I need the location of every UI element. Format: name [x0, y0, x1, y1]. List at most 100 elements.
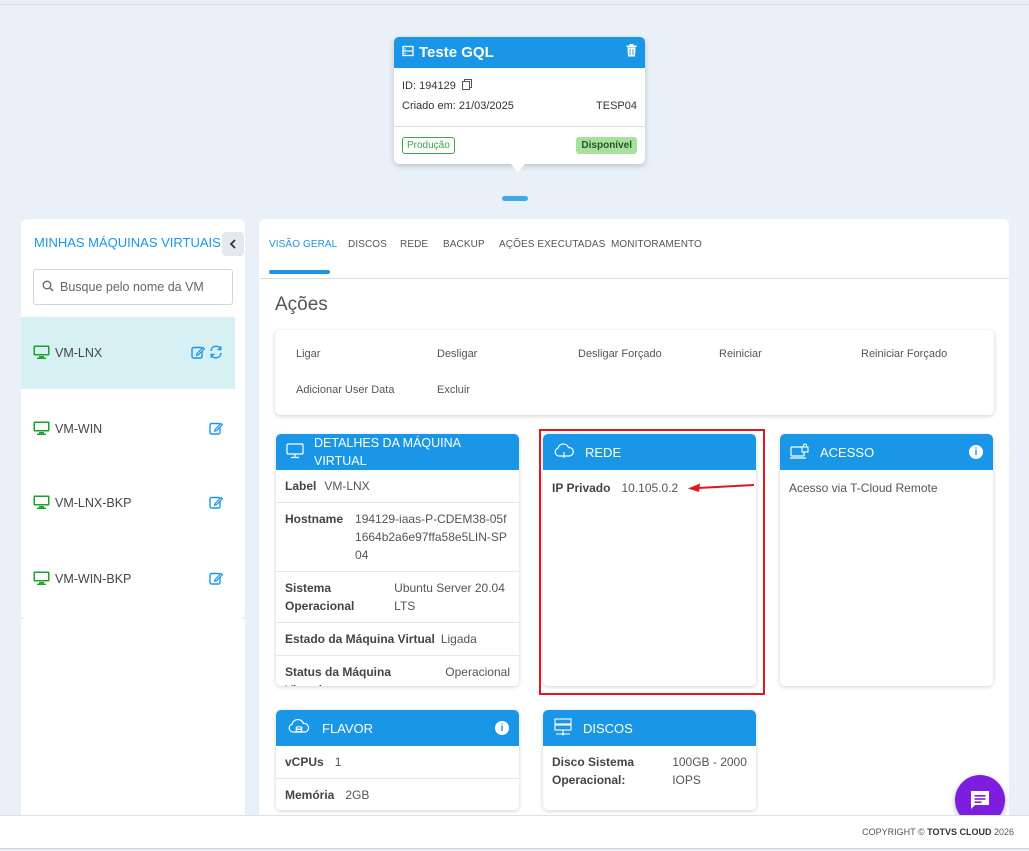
annotation-arrow	[688, 483, 755, 492]
detail-row: Sistema Operacional Ubuntu Server 20.04 …	[276, 572, 519, 623]
info-icon[interactable]: i	[495, 721, 509, 735]
detail-row: Label VM-LNX	[276, 470, 519, 503]
monitor-icon	[33, 571, 50, 588]
vm-name: VM-LNX	[55, 346, 103, 360]
tab-discos[interactable]: DISCOS	[348, 239, 387, 250]
flavor-card: FLAVOR i vCPUs 1 Memória 2GB	[276, 710, 519, 810]
vm-card-title: Teste GQL	[419, 44, 494, 61]
detail-value: Ubuntu Server 20.04 LTS	[394, 581, 505, 613]
detalhes-header: DETALHES DA MÁQUINA VIRTUAL	[276, 434, 519, 470]
flavor-row: Memória 2GB	[276, 779, 519, 810]
acesso-header: ACESSO i	[780, 434, 993, 470]
vm-search-input[interactable]: Busque pelo nome da VM	[33, 269, 233, 305]
cloud-layers-icon	[286, 718, 312, 738]
refresh-icon[interactable]	[209, 345, 223, 362]
collapse-sidebar-button[interactable]	[222, 232, 244, 256]
action-desligar[interactable]: Desligar	[437, 348, 477, 360]
tab-backup[interactable]: BACKUP	[443, 239, 485, 250]
flavor-key: Memória	[285, 788, 335, 802]
active-tab-indicator	[269, 270, 330, 274]
acoes-heading: Ações	[275, 294, 328, 315]
discos-header: DISCOS	[543, 710, 756, 746]
flavor-title: FLAVOR	[322, 720, 374, 736]
action-reiniciar-forcado[interactable]: Reiniciar Forçado	[861, 348, 947, 360]
acesso-text: Acesso via T-Cloud Remote	[789, 481, 938, 495]
acesso-title: ACESSO	[820, 444, 875, 460]
action-excluir[interactable]: Excluir	[437, 384, 470, 396]
vm-summary-card: Teste GQL ID: 194129 Criado em: 21/03/20…	[394, 37, 645, 172]
flavor-row: vCPUs 1	[276, 746, 519, 779]
edit-icon[interactable]	[209, 421, 224, 438]
chat-icon	[971, 791, 989, 809]
tab-monitoramento[interactable]: MONITORAMENTO	[611, 239, 702, 250]
discos-title: DISCOS	[583, 720, 633, 736]
tab-rede[interactable]: REDE	[400, 239, 428, 250]
action-ligar[interactable]: Ligar	[296, 348, 320, 360]
disco-row: Disco Sistema Operacional: 100GB - 2000 …	[543, 746, 756, 796]
search-icon	[42, 280, 54, 295]
vm-id: ID: 194129	[402, 80, 456, 92]
action-desligar-forcado[interactable]: Desligar Forçado	[578, 348, 662, 360]
detail-row: Status da Máquina Virtual Operacional	[276, 656, 519, 686]
tab-acoes-executadas[interactable]: AÇÕES EXECUTADAS	[499, 239, 605, 250]
flavor-key: vCPUs	[285, 755, 324, 769]
vm-list-item[interactable]: VM-LNX	[21, 317, 235, 389]
vm-name: VM-WIN-BKP	[55, 572, 132, 586]
vm-list-item[interactable]: VM-LNX-BKP	[21, 467, 235, 539]
copy-icon[interactable]	[461, 79, 472, 93]
info-icon[interactable]: i	[969, 445, 983, 459]
detail-key: Hostname	[285, 512, 344, 526]
flavor-value: 1	[334, 755, 342, 769]
acoes-panel: Ligar Desligar Desligar Forçado Reinicia…	[275, 330, 994, 415]
vm-name: VM-LNX-BKP	[55, 496, 132, 510]
detalhes-card: DETALHES DA MÁQUINA VIRTUAL Label VM-LNX…	[276, 434, 519, 686]
monitor-icon	[33, 495, 50, 512]
vm-card-header: Teste GQL	[394, 37, 645, 68]
sidebar-title: MINHAS MÁQUINAS VIRTUAIS	[34, 235, 221, 250]
chevron-left-icon	[229, 239, 236, 249]
detail-value: Ligada	[440, 632, 477, 646]
environment-badge: Produção	[402, 137, 455, 154]
disco-label: Disco Sistema Operacional:	[552, 755, 635, 787]
action-reiniciar[interactable]: Reiniciar	[719, 348, 762, 360]
monitor-icon	[33, 345, 50, 362]
sidebar: MINHAS MÁQUINAS VIRTUAIS Busque pelo nom…	[21, 219, 245, 619]
storage-icon	[553, 717, 573, 739]
flavor-header: FLAVOR i	[276, 710, 519, 746]
vm-list-item[interactable]: VM-WIN-BKP	[21, 543, 235, 615]
detail-key: Sistema Operacional	[285, 581, 355, 613]
detalhes-title: DETALHES DA MÁQUINA VIRTUAL	[314, 436, 461, 468]
carousel-indicator[interactable]	[502, 196, 528, 201]
disco-value: 100GB - 2000 IOPS	[672, 755, 747, 787]
tab-visao-geral[interactable]: VISÃO GERAL	[269, 239, 337, 250]
server-icon	[402, 44, 414, 61]
trash-icon[interactable]	[626, 44, 637, 61]
detail-row: Estado da Máquina Virtual Ligada	[276, 623, 519, 656]
remote-access-icon	[790, 443, 810, 462]
acesso-row: Acesso via T-Cloud Remote	[780, 470, 993, 504]
detail-key: Estado da Máquina Virtual	[285, 632, 435, 646]
acesso-card: ACESSO i Acesso via T-Cloud Remote	[780, 434, 993, 686]
highlight-box	[539, 429, 765, 695]
vm-created-date: Criado em: 21/03/2025	[402, 100, 514, 112]
edit-icon[interactable]	[209, 495, 224, 512]
copyright-text: COPYRIGHT © TOTVS CLOUD 2026	[862, 827, 1014, 837]
sidebar-lower-background	[21, 619, 245, 815]
action-adicionar-user-data[interactable]: Adicionar User Data	[296, 384, 394, 396]
detail-value: Operacional	[445, 665, 510, 679]
status-badge: Disponível	[576, 137, 637, 154]
detail-value: VM-LNX	[324, 479, 370, 493]
edit-icon[interactable]	[209, 571, 224, 588]
detail-key: Status da Máquina Virtual	[285, 665, 392, 686]
footer: COPYRIGHT © TOTVS CLOUD 2026	[0, 815, 1029, 848]
vm-name: VM-WIN	[55, 422, 103, 436]
detail-row: Hostname 194129-iaas-P-CDEM38-05f1664b2a…	[276, 503, 519, 572]
monitor-icon	[286, 442, 304, 462]
vm-list-item[interactable]: VM-WIN	[21, 393, 235, 465]
discos-card: DISCOS Disco Sistema Operacional: 100GB …	[543, 710, 756, 810]
tab-bar: VISÃO GERAL DISCOS REDE BACKUP AÇÕES EXE…	[259, 219, 1009, 279]
detail-value: 194129-iaas-P-CDEM38-05f1664b2a6e97ffa58…	[355, 512, 507, 562]
bottom-divider	[0, 848, 1029, 849]
edit-icon[interactable]	[191, 345, 206, 362]
search-placeholder: Busque pelo nome da VM	[60, 280, 204, 294]
